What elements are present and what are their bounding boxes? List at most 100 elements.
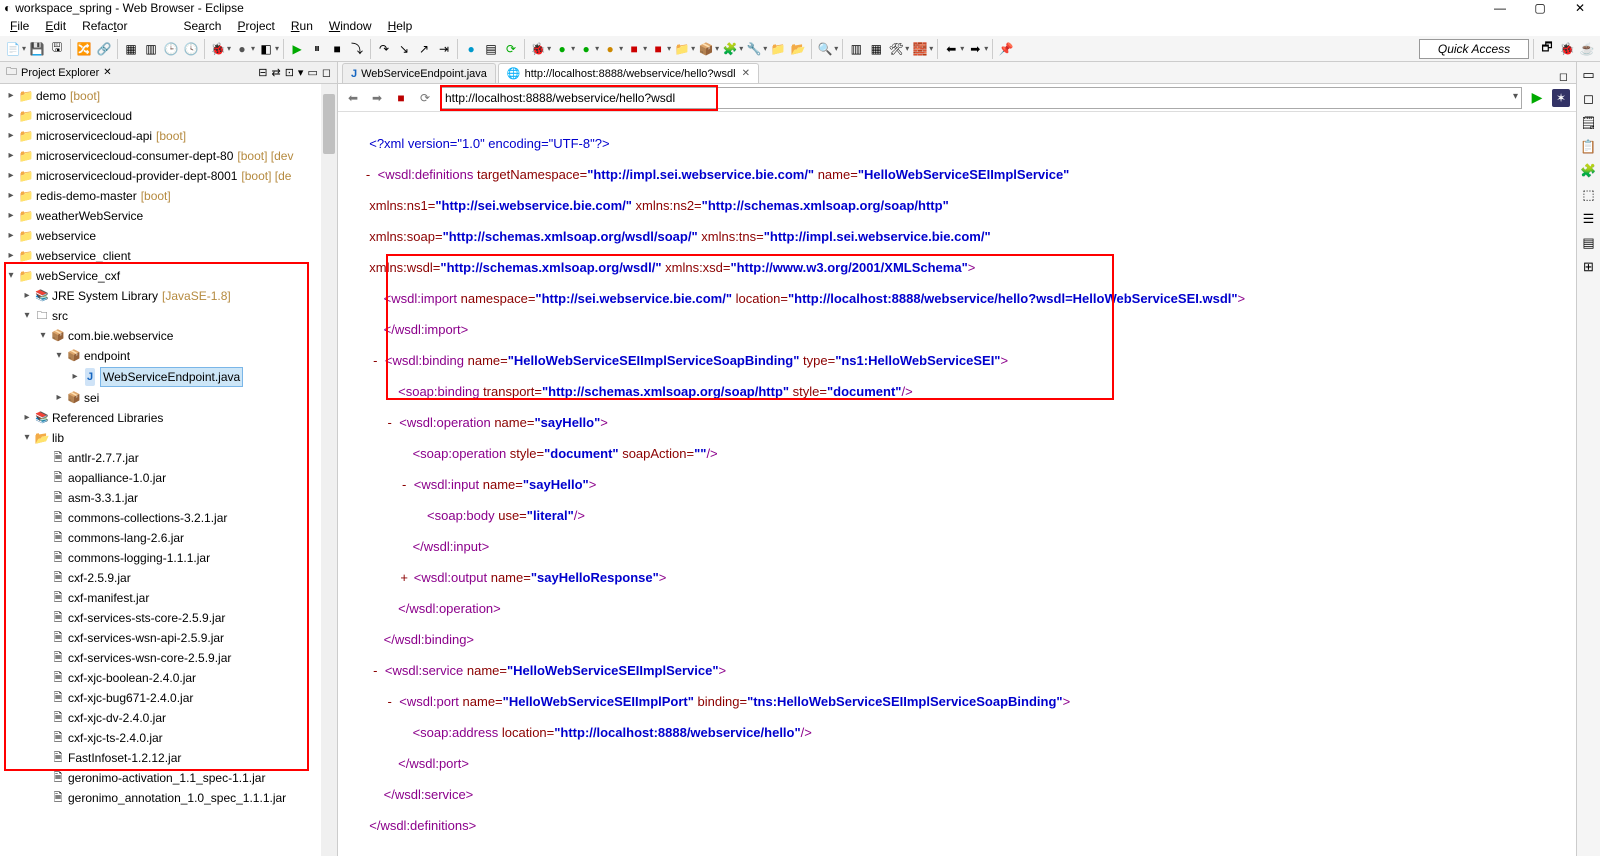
menu-refactor[interactable]: Refactor [74,17,135,35]
perspective-3[interactable]: ☕ [1578,40,1596,58]
tb-14[interactable]: ▥ [847,40,865,58]
expand-arrow-icon[interactable]: ▸ [68,368,82,386]
gutter-icon-8[interactable]: ▤ [1580,234,1598,252]
expand-arrow-icon[interactable]: ▾ [52,347,66,365]
url-dropdown-icon[interactable]: ▾ [1513,91,1518,102]
tree-item[interactable]: cxf-xjc-bug671-2.4.0.jar [4,688,337,708]
expand-arrow-icon[interactable]: ▸ [20,409,34,427]
minimize-view-icon[interactable]: ▭ [307,66,317,79]
tree-item[interactable]: ▸webservice_client [4,246,337,266]
tb-12[interactable]: 📁 [769,40,787,58]
tb-9[interactable]: 📦 [697,40,715,58]
expand-arrow-icon[interactable]: ▸ [52,389,66,407]
tree-item[interactable]: ▸microservicecloud-provider-dept-8001[bo… [4,166,337,186]
tree-item[interactable]: ▸WebServiceEndpoint.java [4,366,337,388]
collapse-all-icon[interactable]: ⊟ [258,66,267,79]
tree-item[interactable]: commons-lang-2.6.jar [4,528,337,548]
expand-arrow-icon[interactable]: ▸ [4,87,18,105]
tree-item[interactable]: cxf-services-wsn-api-2.5.9.jar [4,628,337,648]
switch-button[interactable]: 🔀 [75,40,93,58]
tree-item[interactable]: FastInfoset-1.2.12.jar [4,748,337,768]
tree-item[interactable]: ▸redis-demo-master[boot] [4,186,337,206]
tb-16[interactable]: 🛠 [887,40,905,58]
stop-d[interactable]: ■ [625,40,643,58]
quick-access-input[interactable]: Quick Access [1419,39,1529,59]
tree-item[interactable]: commons-collections-3.2.1.jar [4,508,337,528]
menu-search[interactable]: Search [175,17,229,35]
minimize-button[interactable]: — [1480,0,1520,16]
run-d[interactable]: ● [553,40,571,58]
back-nav-icon[interactable]: ⬅ [942,40,960,58]
tree-item[interactable]: asm-3.3.1.jar [4,488,337,508]
tree-item[interactable]: ▾endpoint [4,346,337,366]
perspective-1[interactable]: 🗗 [1538,40,1556,58]
tree-item[interactable]: ▸JRE System Library[JavaSE-1.8] [4,286,337,306]
tree-item[interactable]: ▾src [4,306,337,326]
gutter-icon-9[interactable]: ⊞ [1580,258,1598,276]
tab-java-file[interactable]: J WebServiceEndpoint.java [342,63,496,83]
tb-13[interactable]: 📂 [789,40,807,58]
tree-item[interactable]: ▸microservicecloud-consumer-dept-80[boot… [4,146,337,166]
gutter-icon-6[interactable]: ⬚ [1580,186,1598,204]
close-view-icon[interactable]: ✕ [103,67,111,78]
outline-icon[interactable]: 🗒 [1580,114,1598,132]
forward-button[interactable]: ➡ [368,89,386,107]
tree-item[interactable]: cxf-manifest.jar [4,588,337,608]
tab-browser[interactable]: 🌐 http://localhost:8888/webservice/hello… [498,63,759,83]
stop-e[interactable]: ■ [649,40,667,58]
tree-item[interactable]: geronimo-activation_1.1_spec-1.1.jar [4,768,337,788]
tree-item[interactable]: geronimo_annotation_1.0_spec_1.1.1.jar [4,788,337,808]
expand-arrow-icon[interactable]: ▾ [20,429,34,447]
tab-close-icon[interactable]: ✕ [742,68,750,79]
pause-icon[interactable]: ⏸ [308,40,326,58]
tree-item[interactable]: aopalliance-1.0.jar [4,468,337,488]
tb-7[interactable]: ⟳ [502,40,520,58]
project-tree[interactable]: ▸demo[boot]▸microservicecloud▸microservi… [0,84,337,856]
perspective-2[interactable]: 🐞 [1558,40,1576,58]
back-button[interactable]: ⬅ [344,89,362,107]
tree-item[interactable]: ▾webService_cxf [4,266,337,286]
search-icon[interactable]: 🔍 [816,40,834,58]
tree-item[interactable]: ▸sei [4,388,337,408]
stop-button[interactable]: ■ [392,89,410,107]
refresh-button[interactable]: ⟳ [416,89,434,107]
tree-item[interactable]: cxf-2.5.9.jar [4,568,337,588]
expand-arrow-icon[interactable]: ▸ [4,227,18,245]
expand-arrow-icon[interactable]: ▸ [20,287,34,305]
expand-arrow-icon[interactable]: ▾ [4,267,18,285]
tree-item[interactable]: ▸microservicecloud [4,106,337,126]
tree-item[interactable]: cxf-xjc-boolean-2.4.0.jar [4,668,337,688]
tree-item[interactable]: ▸Referenced Libraries [4,408,337,428]
tree-item[interactable]: cxf-services-sts-core-2.5.9.jar [4,608,337,628]
menu-edit[interactable]: Edit [37,17,74,35]
close-button[interactable]: ✕ [1560,0,1600,16]
menu-project[interactable]: Project [229,17,282,35]
expand-arrow-icon[interactable]: ▸ [4,167,18,185]
tree-item[interactable]: ▸webservice [4,226,337,246]
tree-item[interactable]: ▸weatherWebService [4,206,337,226]
link-button[interactable]: 🔗 [95,40,113,58]
tree-item[interactable]: ▾com.bie.webservice [4,326,337,346]
menu-run[interactable]: Run [283,17,321,35]
step-out-icon[interactable]: ↗ [415,40,433,58]
gutter-icon-1[interactable]: ▭ [1580,66,1598,84]
expand-arrow-icon[interactable]: ▸ [4,187,18,205]
step-into-icon[interactable]: ↘ [395,40,413,58]
editor-max-icon[interactable]: ◻ [1559,70,1568,83]
debug-d[interactable]: 🐞 [529,40,547,58]
tree-scrollbar[interactable] [321,84,337,856]
expand-arrow-icon[interactable]: ▸ [4,107,18,125]
gutter-icon-2[interactable]: ◻ [1580,90,1598,108]
step-icon[interactable]: ⤵ [348,40,366,58]
expand-arrow-icon[interactable]: ▸ [4,247,18,265]
url-input[interactable] [440,87,1522,109]
tb-icon-4[interactable]: 🕓 [182,40,200,58]
tb-15[interactable]: ▦ [867,40,885,58]
tasks-icon[interactable]: 📋 [1580,138,1598,156]
coverage-icon[interactable]: ◧ [257,40,275,58]
tree-item[interactable]: antlr-2.7.7.jar [4,448,337,468]
tree-item[interactable]: ▸microservicecloud-api[boot] [4,126,337,146]
menu-file[interactable]: File [2,17,37,35]
go-button[interactable]: ▶ [1528,89,1546,107]
save-all-button[interactable]: 🖫 [48,40,66,58]
